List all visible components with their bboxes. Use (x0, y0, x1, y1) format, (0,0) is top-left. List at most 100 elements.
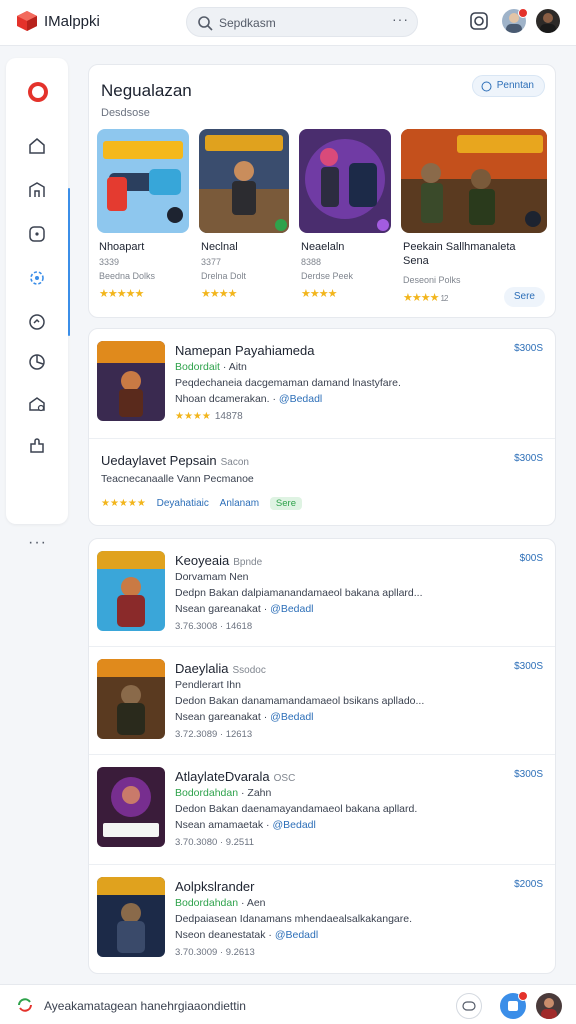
library-icon (29, 226, 45, 242)
notification-badge (518, 8, 528, 18)
pie-chart-icon (29, 354, 45, 370)
list-item[interactable]: Uedaylavet Pepsain Sacon $300S Teacnecana… (89, 439, 555, 527)
featured-filter-pill[interactable]: Penntan (471, 75, 545, 97)
game-status: Bodordahdan · Zahn (175, 787, 272, 799)
game-developer: Nsean gareanakat · @Bedadl (175, 603, 314, 615)
top-bar: IMalppki Sepdkasm ··· (0, 0, 576, 46)
brand-ring-icon[interactable] (26, 80, 50, 104)
game-name: Neaelaln (301, 241, 345, 253)
game-rating-stars: ★★★★ 12 (403, 292, 449, 304)
game-price[interactable]: $200S (514, 879, 543, 890)
nav-library[interactable] (25, 222, 49, 246)
game-title: Namepan Payahiameda (175, 343, 315, 358)
game-meta: 3377 (201, 257, 222, 267)
game-release-meta: 3.76.3008 · 14618 (175, 621, 253, 632)
game-rating: ★★★★★ Deyahatiaic Anlanam Sere (101, 497, 302, 510)
friends-icon (29, 397, 45, 412)
more-icon[interactable]: ··· (28, 534, 47, 552)
game-description: Dedon Bakan daenamayandamaeol bakana apl… (175, 803, 418, 815)
game-title: Keoyeaia Bpnde (175, 553, 263, 568)
game-description: Dedon Bakan danamamandamaeol bsikans apl… (175, 695, 425, 707)
game-publisher: Beedna Dolks (99, 271, 156, 281)
gear-icon (30, 271, 44, 285)
game-rating: ★★★★ 14878 (175, 411, 243, 422)
chat-button[interactable] (456, 993, 482, 1019)
game-publisher: Deseoni Polks (403, 275, 461, 285)
featured-title: Negualazan (101, 81, 192, 100)
game-cover-image (97, 659, 165, 739)
list-item[interactable]: Daeylalia Ssodoc $300S Pendlerart Ihn Ded… (89, 647, 555, 755)
nav-stats[interactable] (25, 350, 49, 374)
search-bar[interactable]: Sepdkasm ··· (186, 7, 418, 37)
save-button[interactable]: Sere (503, 287, 545, 307)
message-badge (518, 991, 528, 1001)
game-name-line2: Sena (403, 255, 429, 267)
game-publisher: Derdse Peek (301, 271, 354, 281)
category-link[interactable]: Anlanam (220, 498, 259, 509)
game-title: Uedaylavet Pepsain Sacon (101, 453, 249, 468)
puzzle-icon (30, 438, 44, 453)
search-input[interactable]: Sepdkasm (219, 16, 276, 30)
nav-activity[interactable] (25, 310, 49, 334)
game-status: Dorvamam Nen (175, 571, 249, 583)
game-release-meta: 3.70.3080 · 9.2511 (175, 837, 255, 848)
game-rating-stars: ★★★★ (201, 288, 237, 300)
game-cover-image (97, 767, 165, 847)
list-item[interactable]: Keoyeaia Bpnde $00S Dorvamam Nen Dedpn Ba… (89, 539, 555, 647)
activity-icon (29, 314, 45, 330)
game-price[interactable]: $300S (514, 453, 543, 464)
game-price[interactable]: $300S (514, 769, 543, 780)
game-meta: 8388 (301, 257, 322, 267)
game-release-meta: 3.70.3009 · 9.2613 (175, 947, 255, 958)
game-meta: 3339 (99, 257, 120, 267)
game-status: Pendlerart Ihn (175, 679, 241, 691)
game-cover-image (97, 551, 165, 631)
search-icon (198, 16, 213, 31)
list-item[interactable]: Namepan Payahiameda $300S Bodordait · Ai… (89, 329, 555, 439)
nav-friends[interactable] (25, 392, 49, 416)
bottom-bar: Ayeakamatagean hanehrgiaaondiettin (0, 984, 576, 1024)
game-price[interactable]: $300S (514, 343, 543, 354)
game-publisher: Drelna Dolt (201, 271, 247, 281)
game-developer: Nsean gareanakat · @Bedadl (175, 711, 314, 723)
sync-icon[interactable] (16, 996, 34, 1014)
list-section-top: Namepan Payahiameda $300S Bodordait · Ai… (88, 328, 556, 526)
nav-settings[interactable] (25, 266, 49, 290)
left-navigation-rail: ··· (6, 58, 70, 551)
game-price[interactable]: $00S (520, 553, 543, 564)
game-description: Peqdechaneia dacgemaman damand lnastyfar… (175, 377, 401, 389)
instagram-icon[interactable] (468, 10, 490, 32)
info-icon (481, 81, 492, 92)
game-rating-count: 12 (440, 294, 449, 303)
game-cover-image (97, 129, 189, 233)
game-cover-image (97, 877, 165, 957)
game-name: Neclnal (201, 241, 238, 253)
list-item[interactable]: AtlaylateDvarala OSC $300S Bodordahdan · … (89, 755, 555, 865)
home-icon (29, 138, 45, 154)
profile-avatar[interactable] (536, 9, 560, 33)
nav-extensions[interactable] (25, 434, 49, 458)
game-title: Daeylalia Ssodoc (175, 661, 266, 676)
nav-home[interactable] (25, 134, 49, 158)
game-cover-image (401, 129, 547, 233)
list-item[interactable]: Aolpkslrander $200S Bodordahdan · Aen De… (89, 865, 555, 975)
developer-link[interactable]: Deyahatiaic (157, 498, 209, 509)
game-cover-image (299, 129, 391, 233)
game-status: Bodordait · Aitn (175, 361, 247, 373)
app-logo-icon[interactable] (16, 10, 38, 32)
search-more-icon[interactable]: ··· (392, 11, 409, 27)
save-tag[interactable]: Sere (269, 497, 302, 510)
app-brand-name: IMalppki (44, 13, 100, 30)
bottom-profile-avatar[interactable] (536, 993, 562, 1019)
game-developer: Nsean amamaetak · @Bedadl (175, 819, 316, 831)
game-description: Dedpaiasean Idanamans mhendaealsalkakang… (175, 913, 412, 925)
featured-section: Negualazan Desdsose Penntan Nhoapart 333… (88, 64, 556, 318)
featured-subtitle: Desdsose (101, 107, 150, 119)
bottom-status-text: Ayeakamatagean hanehrgiaaondiettin (44, 999, 246, 1013)
store-icon (29, 182, 45, 197)
nav-store[interactable] (25, 178, 49, 202)
game-cover-image (199, 129, 289, 233)
game-title: Aolpkslrander (175, 879, 255, 894)
game-price[interactable]: $300S (514, 661, 543, 672)
featured-filter-label: Penntan (496, 80, 534, 91)
